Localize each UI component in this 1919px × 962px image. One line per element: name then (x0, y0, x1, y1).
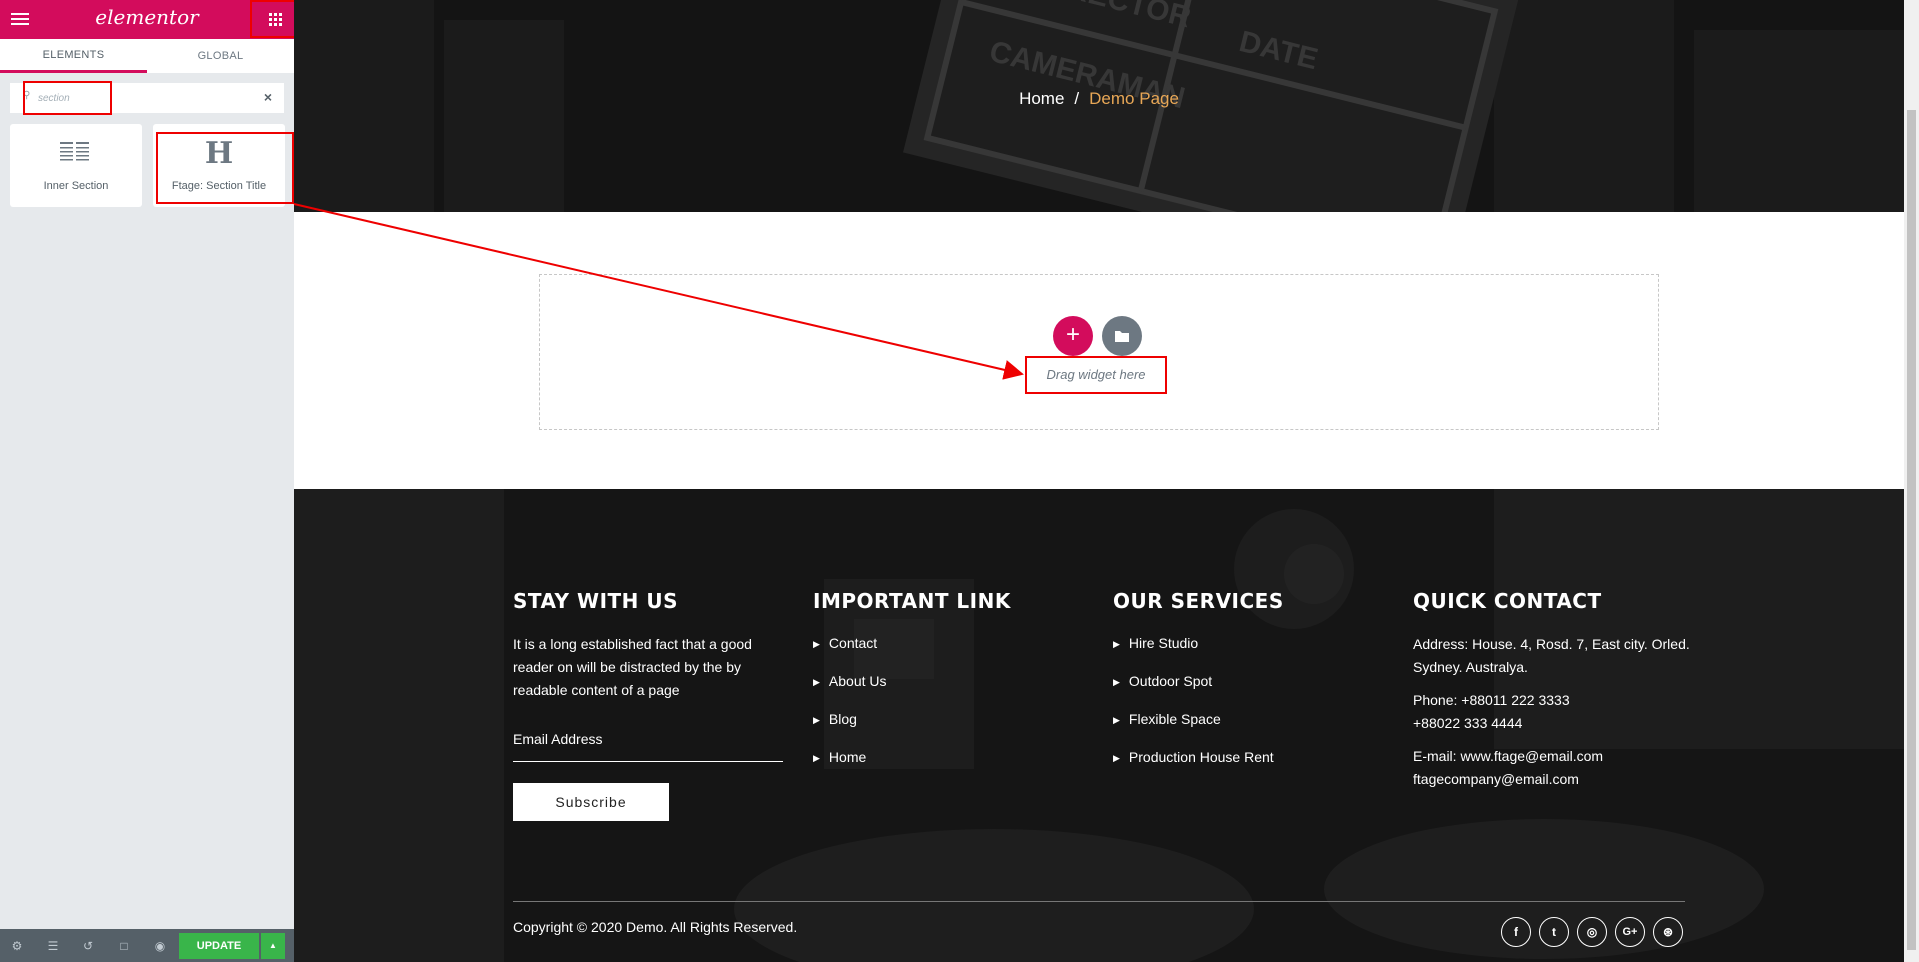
panel-footer: ⚙ ☰ ↺ □ ◉ UPDATE ▲ (0, 929, 294, 962)
preview-eye-icon[interactable]: ◉ (153, 939, 167, 953)
annotation-box-search (23, 81, 112, 115)
footer-link-contact[interactable]: ▶ Contact (813, 635, 1083, 673)
contact-phones: Phone: +88011 222 3333 +88022 333 4444 (1413, 689, 1703, 735)
elementor-logo: elementor (95, 5, 199, 29)
hamburger-menu-icon[interactable] (8, 7, 32, 31)
instagram-icon[interactable]: ◎ (1577, 917, 1607, 947)
site-footer: STAY WITH US It is a long established fa… (294, 489, 1904, 962)
caret-right-icon: ▶ (1113, 639, 1120, 649)
update-options-button[interactable]: ▲ (261, 933, 285, 959)
footer-link-blog[interactable]: ▶ Blog (813, 711, 1083, 749)
breadcrumb-home[interactable]: Home (1019, 89, 1064, 108)
footer-service-outdoor-spot[interactable]: ▶ Outdoor Spot (1113, 673, 1383, 711)
widget-label: Inner Section (43, 180, 109, 192)
settings-icon[interactable]: ⚙ (10, 939, 24, 953)
footer-heading: STAY WITH US (513, 589, 678, 613)
caret-right-icon: ▶ (813, 639, 820, 649)
editor-section: + Drag widget here (294, 212, 1904, 489)
google-plus-icon[interactable]: G+ (1615, 917, 1645, 947)
widget-inner-section[interactable]: Inner Section (10, 124, 142, 207)
footer-divider (513, 901, 1685, 902)
navigator-icon[interactable]: ☰ (46, 939, 60, 953)
annotation-box-widget (156, 132, 294, 204)
contact-phone: +88022 333 4444 (1413, 715, 1523, 731)
footer-link-about[interactable]: ▶ About Us (813, 673, 1083, 711)
footer-service-hire-studio[interactable]: ▶ Hire Studio (1113, 635, 1383, 673)
add-template-button[interactable] (1102, 316, 1142, 356)
breadcrumb: Home / Demo Page (294, 89, 1904, 109)
footer-about-text: It is a long established fact that a goo… (513, 636, 752, 698)
grid-icon (269, 12, 282, 26)
contact-address: Address: House. 4, Rosd. 7, East city. O… (1413, 636, 1690, 675)
tab-global[interactable]: GLOBAL (147, 39, 294, 73)
contact-email[interactable]: ftagecompany@email.com (1413, 768, 1703, 791)
footer-service-flexible-space[interactable]: ▶ Flexible Space (1113, 711, 1383, 749)
subscribe-button[interactable]: Subscribe (513, 783, 669, 821)
scrollbar-thumb[interactable] (1907, 110, 1916, 950)
email-field-underline (513, 761, 783, 762)
footer-column-stay: STAY WITH US It is a long established fa… (513, 589, 783, 821)
contact-email[interactable]: E-mail: www.ftage@email.com (1413, 745, 1703, 768)
page-banner: DIRECTOR DATE CAMERAMAN Home/Demo Page (294, 0, 1904, 212)
caret-right-icon: ▶ (813, 677, 820, 687)
dribbble-icon[interactable]: ⊛ (1653, 917, 1683, 947)
footer-heading: OUR SERVICES (1113, 589, 1284, 613)
footer-heading: IMPORTANT LINK (813, 589, 1011, 613)
footer-column-links: IMPORTANT LINK ▶ Contact ▶ About Us ▶ Blog … (813, 589, 1083, 787)
facebook-icon[interactable]: f (1501, 917, 1531, 947)
panel-header: elementor (0, 0, 301, 39)
drag-widget-here-label: Drag widget here (1025, 356, 1167, 394)
inner-section-icon (60, 142, 89, 161)
email-field[interactable]: Email Address (513, 731, 602, 747)
footer-service-production-house[interactable]: ▶ Production House Rent (1113, 749, 1383, 787)
tab-elements[interactable]: ELEMENTS (0, 39, 147, 73)
contact-emails: E-mail: www.ftage@email.com ftagecompany… (1413, 745, 1703, 791)
footer-heading: QUICK CONTACT (1413, 589, 1602, 613)
page-scrollbar[interactable] (1904, 0, 1919, 962)
copyright-text: Copyright © 2020 Demo. All Rights Reserv… (513, 919, 798, 935)
history-icon[interactable]: ↺ (81, 939, 95, 953)
caret-right-icon: ▶ (813, 715, 820, 725)
footer-column-contact: QUICK CONTACT Address: House. 4, Rosd. 7… (1413, 589, 1703, 801)
elementor-panel: elementor ELEMENTS GLOBAL ⚲ × Inner Sect… (0, 0, 301, 962)
caret-right-icon: ▶ (813, 753, 820, 763)
clear-search-icon[interactable]: × (264, 89, 272, 105)
update-button[interactable]: UPDATE (179, 933, 259, 959)
caret-right-icon: ▶ (1113, 715, 1120, 725)
caret-right-icon: ▶ (1113, 753, 1120, 763)
responsive-mode-icon[interactable]: □ (117, 939, 131, 953)
caret-right-icon: ▶ (1113, 677, 1120, 687)
contact-phone: Phone: +88011 222 3333 (1413, 692, 1570, 708)
folder-icon (1115, 331, 1129, 342)
page-preview: DIRECTOR DATE CAMERAMAN Home/Demo Page +… (294, 0, 1904, 962)
footer-link-home[interactable]: ▶ Home (813, 749, 1083, 787)
empty-section-dropzone[interactable] (539, 274, 1659, 430)
breadcrumb-current: Demo Page (1089, 89, 1179, 108)
footer-column-services: OUR SERVICES ▶ Hire Studio ▶ Outdoor Spot … (1113, 589, 1383, 787)
panel-tabs: ELEMENTS GLOBAL (0, 39, 294, 73)
breadcrumb-separator: / (1074, 89, 1080, 108)
twitter-icon[interactable]: t (1539, 917, 1569, 947)
add-section-button[interactable]: + (1053, 316, 1093, 356)
